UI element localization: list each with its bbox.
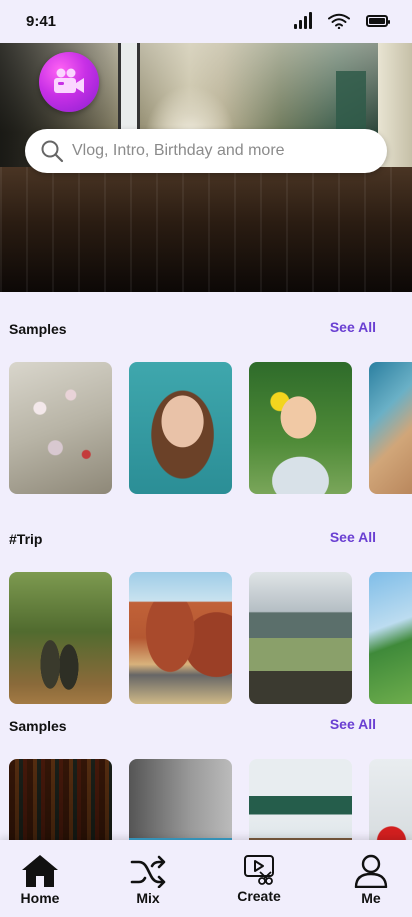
video-camera-icon (54, 68, 84, 93)
nav-home[interactable]: Home (0, 854, 80, 906)
user-icon (354, 854, 388, 888)
nav-home-label: Home (20, 890, 60, 906)
section-title-trip: #Trip (9, 531, 43, 547)
see-all-trip-link[interactable]: See All (330, 529, 376, 545)
girl-painting-photo-card[interactable] (249, 362, 352, 494)
nav-mix-label: Mix (136, 890, 160, 906)
battery-icon (366, 14, 390, 27)
home-icon (22, 855, 58, 887)
palm-tree-photo-card[interactable] (369, 572, 412, 704)
mountain-view-photo-card[interactable] (249, 572, 352, 704)
section-title-samples: Samples (9, 321, 67, 337)
section-title-samples-2: Samples (9, 718, 67, 734)
create-video-icon (244, 855, 274, 885)
status-icons (294, 12, 390, 29)
search-bar[interactable] (25, 129, 387, 173)
nav-me-label: Me (361, 890, 381, 906)
see-all-samples-2-link[interactable]: See All (330, 716, 376, 732)
portrait-photo-card[interactable] (129, 362, 232, 494)
nav-me[interactable]: Me (331, 854, 411, 906)
desk-photo-card[interactable] (369, 362, 412, 494)
shuffle-icon (130, 855, 166, 888)
flowers-photo-card[interactable] (9, 362, 112, 494)
search-icon (41, 140, 64, 163)
nav-mix[interactable]: Mix (108, 854, 188, 906)
forest-hikers-photo-card[interactable] (9, 572, 112, 704)
status-bar: 9:41 (0, 0, 412, 43)
wifi-icon (328, 13, 350, 29)
search-input[interactable] (72, 142, 362, 160)
status-time: 9:41 (26, 13, 57, 30)
cellular-signal-icon (294, 12, 312, 29)
nav-create[interactable]: Create (219, 854, 299, 904)
canyon-road-photo-card[interactable] (129, 572, 232, 704)
bottom-navigation: Home Mix Create Me (0, 840, 412, 917)
samples-row (9, 362, 412, 494)
trip-row (9, 572, 412, 704)
see-all-samples-link[interactable]: See All (330, 319, 376, 335)
app-logo[interactable] (39, 52, 99, 112)
nav-create-label: Create (237, 888, 281, 904)
